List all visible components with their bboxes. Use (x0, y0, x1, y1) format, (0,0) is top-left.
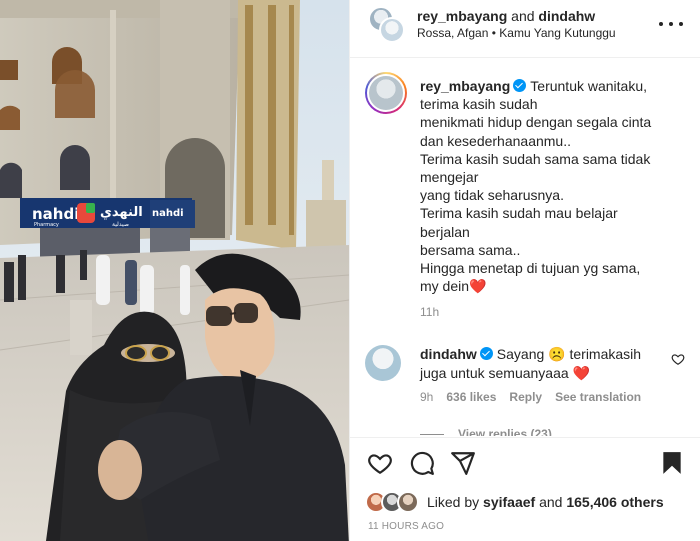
caption-line: mengejar (420, 169, 479, 186)
verified-icon (479, 347, 493, 360)
subtitle-separator: • (491, 26, 496, 40)
verified-icon (513, 79, 527, 92)
view-replies-button[interactable]: View replies (23) (420, 427, 552, 436)
pharmacy-sign-arabic-sub: صيدلية (112, 221, 129, 228)
post-caption: rey_mbayang Teruntuk wanitaku, terima kas… (420, 77, 690, 295)
view-replies-label: View replies (23) (458, 427, 552, 436)
comment-timestamp[interactable]: 9h (420, 390, 433, 404)
audio-link[interactable]: Kamu Yang Kutunggu (499, 26, 615, 40)
heart-icon[interactable] (367, 450, 393, 476)
red-heart-emoji: ❤️ (572, 364, 590, 381)
likes-summary: Liked by syifaaef and 165,406 others (365, 490, 664, 514)
post-authors: rey_mbayang and dindahw (417, 8, 595, 24)
bookmark-icon[interactable] (659, 450, 685, 476)
author-username[interactable]: rey_mbayang (417, 8, 507, 24)
comment-text: Sayang (496, 346, 545, 362)
post-detail-panel: rey_mbayang and dindahw Rossa, Afgan • K… (349, 0, 700, 541)
post-timestamp[interactable]: 11 HOURS AGO (368, 521, 444, 532)
caption-line: dan kesederhanaanmu.. (420, 132, 571, 149)
pharmacy-sign-right: nahdi (152, 208, 184, 219)
comment-like-heart-icon[interactable] (671, 352, 685, 366)
photo-scene: nahdi Pharmacy النهدي صيدلية nahdi (0, 0, 349, 541)
comment-text: juga untuk semuanyaaa (420, 364, 569, 381)
comment: dindahw Sayang ☹️ terimakasih juga untuk … (420, 345, 665, 382)
post-subtitle: Rossa, Afgan • Kamu Yang Kutunggu (417, 26, 616, 40)
location-link[interactable]: Rossa, Afgan (417, 26, 488, 40)
caption-username[interactable]: rey_mbayang (420, 78, 510, 94)
caption-line: Teruntuk wanitaku, (530, 78, 648, 94)
red-heart-emoji: ❤️ (469, 278, 487, 295)
action-bar (350, 437, 700, 487)
caption-author-avatar[interactable] (365, 72, 407, 114)
caption-line: Terima kasih sudah mau belajar (420, 205, 618, 222)
comment-username[interactable]: dindahw (420, 346, 477, 362)
caption-line: menikmati hidup dengan segala cinta (420, 114, 652, 131)
frown-emoji: ☹️ (548, 346, 566, 362)
likes-connector: and (539, 494, 563, 510)
see-translation-button[interactable]: See translation (555, 390, 641, 404)
likes-prefix: Liked by (427, 494, 480, 510)
caption-line: yang tidak seharusnya. (420, 187, 564, 204)
comment-likes-count[interactable]: 636 likes (446, 390, 496, 404)
pharmacy-sign-sub: Pharmacy (34, 222, 59, 228)
collab-avatars[interactable] (368, 6, 406, 44)
commenter-avatar[interactable] (365, 345, 401, 381)
likes-count[interactable]: 165,406 others (566, 494, 663, 510)
share-icon[interactable] (450, 450, 476, 476)
caption-line: bersama sama.. (420, 241, 521, 258)
liker-avatar[interactable] (397, 491, 419, 513)
comment-icon[interactable] (409, 450, 435, 476)
coauthor-username[interactable]: dindahw (538, 8, 595, 24)
caption-line: Terima kasih sudah sama sama tidak (420, 150, 651, 167)
comment-text: terimakasih (569, 346, 642, 362)
caption-line: Hingga menetap di tujuan yg sama, (420, 260, 641, 277)
post-photo: nahdi Pharmacy النهدي صيدلية nahdi (0, 0, 349, 541)
authors-connector: and (511, 8, 535, 24)
more-options-icon[interactable] (659, 14, 683, 34)
caption-line: terima kasih sudah (420, 96, 538, 113)
caption-line: my dein (420, 278, 470, 295)
replies-divider-line (420, 433, 444, 435)
coauthor-avatar[interactable] (379, 17, 405, 43)
comments-scroll-area[interactable]: rey_mbayang Teruntuk wanitaku, terima kas… (350, 59, 700, 436)
comment-meta: 9h 636 likes Reply See translation (420, 390, 641, 404)
pharmacy-sign-arabic: النهدي (100, 205, 143, 220)
pharmacy-sign-brand: nahdi (32, 205, 79, 223)
caption-line: berjalan (420, 223, 470, 240)
liker-username[interactable]: syifaaef (483, 494, 535, 510)
post-header: rey_mbayang and dindahw Rossa, Afgan • K… (350, 0, 700, 58)
likes-text: Liked by syifaaef and 165,406 others (427, 494, 664, 510)
caption-timestamp[interactable]: 11h (420, 305, 439, 319)
reply-button[interactable]: Reply (509, 390, 542, 404)
